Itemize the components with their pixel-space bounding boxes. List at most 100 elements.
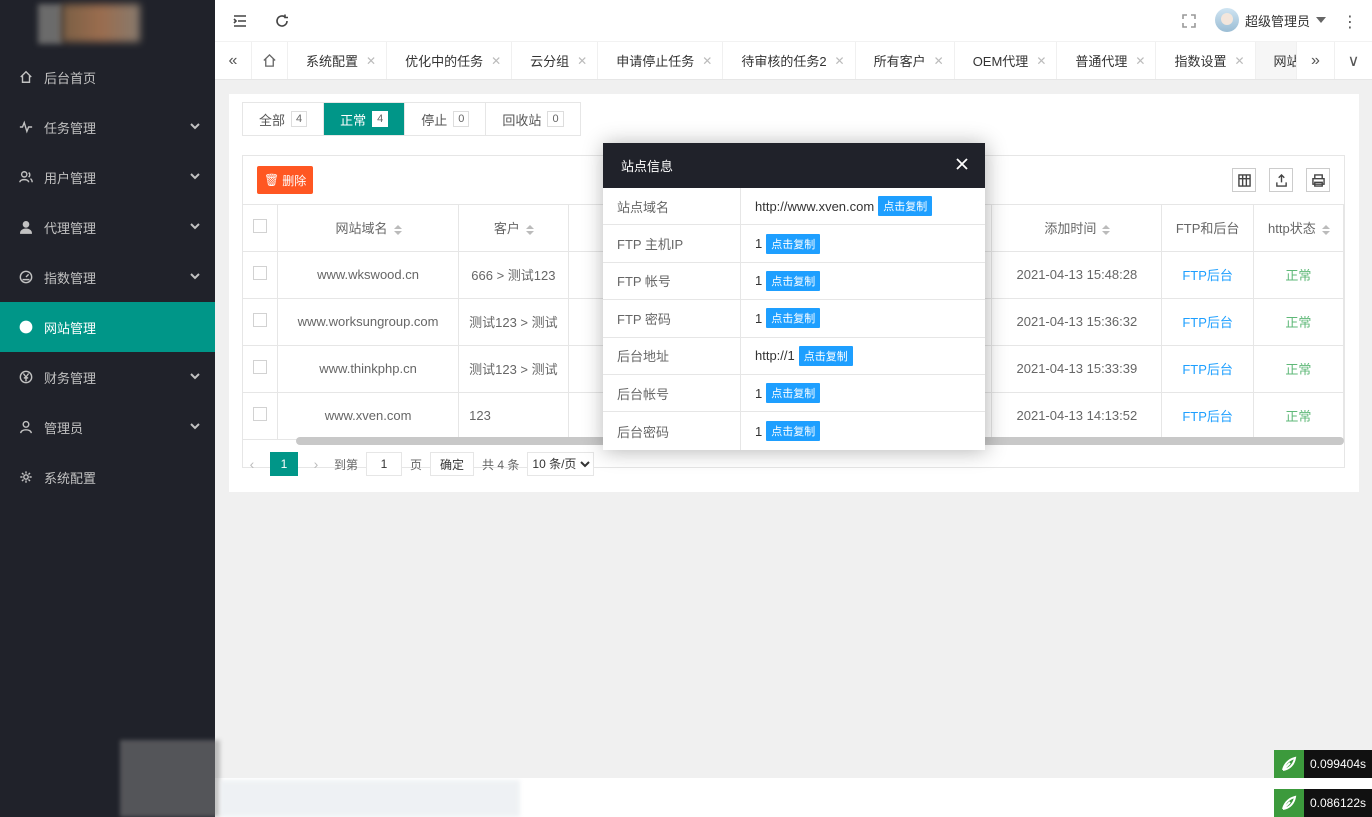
avatar: [1214, 8, 1239, 32]
close-icon[interactable]: ✕: [577, 54, 587, 68]
sort-icon[interactable]: [1321, 224, 1330, 235]
close-icon[interactable]: ✕: [835, 54, 845, 68]
trash-icon: 🗑: [264, 173, 280, 187]
tab-pending-tasks[interactable]: 待审核的任务2 ✕: [723, 42, 856, 79]
columns-icon[interactable]: [1232, 168, 1256, 192]
copy-button[interactable]: 点击复制: [766, 383, 821, 404]
close-icon[interactable]: [955, 157, 971, 173]
copy-button[interactable]: 点击复制: [798, 345, 853, 366]
print-icon[interactable]: [1306, 168, 1330, 192]
cell-domain: www.xven.com: [277, 392, 460, 440]
row-checkbox[interactable]: [243, 345, 278, 393]
tab-oem-agents[interactable]: OEM代理 ✕: [955, 42, 1058, 79]
delete-button[interactable]: 🗑 删除: [257, 166, 314, 194]
tab-regular-agents[interactable]: 普通代理 ✕: [1057, 42, 1157, 79]
ftp-link[interactable]: FTP后台: [1161, 298, 1254, 346]
close-icon[interactable]: ✕: [1234, 54, 1244, 68]
tab-website-management[interactable]: 网站管理✕: [1255, 42, 1296, 79]
row-checkbox[interactable]: [243, 251, 278, 299]
close-icon[interactable]: ✕: [366, 54, 376, 68]
copy-button[interactable]: 点击复制: [878, 196, 933, 217]
info-row-admin-url: 后台地址 http://1 点击复制: [603, 337, 985, 375]
sidebar-item-home[interactable]: 后台首页: [0, 52, 215, 102]
info-key: 后台地址: [603, 337, 741, 374]
filter-normal[interactable]: 正常 4: [324, 103, 406, 135]
refresh-icon[interactable]: [273, 12, 291, 30]
tab-dropdown-button[interactable]: ∨: [1334, 42, 1372, 79]
goto-page-input[interactable]: [366, 452, 403, 476]
sidebar-item-users[interactable]: 用户管理: [0, 152, 215, 202]
fullscreen-icon[interactable]: [1180, 12, 1198, 30]
copy-button[interactable]: 点击复制: [766, 421, 821, 442]
sidebar-item-index[interactable]: 指数管理: [0, 252, 215, 302]
column-ftp: FTP和后台: [1161, 205, 1254, 252]
close-icon[interactable]: ✕: [934, 54, 944, 68]
page-current[interactable]: 1: [270, 452, 298, 476]
close-icon[interactable]: ✕: [491, 54, 501, 68]
sort-icon[interactable]: [393, 224, 402, 235]
close-icon[interactable]: ✕: [1036, 54, 1046, 68]
sidebar-item-websites[interactable]: 网站管理: [0, 302, 215, 352]
row-checkbox[interactable]: [243, 392, 278, 440]
more-icon[interactable]: ⋮: [1342, 12, 1358, 32]
status-badge: 正常: [1253, 251, 1345, 299]
tab-optimizing-tasks[interactable]: 优化中的任务 ✕: [387, 42, 513, 79]
info-row-admin-account: 后台帐号 1 点击复制: [603, 374, 985, 413]
info-value: 1: [755, 310, 763, 326]
tab-label: 系统配置: [306, 54, 359, 69]
goto-label: 到第: [334, 457, 359, 472]
page-size-select[interactable]: 10 条/页: [527, 452, 595, 476]
filter-stopped[interactable]: 停止 0: [405, 103, 487, 135]
user-menu[interactable]: 超级管理员: [1214, 8, 1326, 32]
tab-next-button[interactable]: »: [1296, 42, 1334, 79]
select-all-checkbox[interactable]: [243, 205, 278, 252]
copy-button[interactable]: 点击复制: [766, 308, 821, 329]
confirm-button[interactable]: 确定: [430, 452, 475, 476]
sidebar-item-tasks[interactable]: 任务管理: [0, 102, 215, 152]
site-info-modal: 站点信息 站点域名 http://www.xven.com 点击复制 FTP 主机I…: [603, 143, 985, 450]
column-http-status[interactable]: http状态: [1253, 205, 1345, 252]
tab-cloud-group[interactable]: 云分组 ✕: [512, 42, 599, 79]
ftp-link[interactable]: FTP后台: [1161, 392, 1254, 440]
menu-collapse-icon[interactable]: [231, 12, 249, 30]
tab-stop-requests[interactable]: 申请停止任务 ✕: [598, 42, 724, 79]
column-add-time[interactable]: 添加时间: [991, 205, 1163, 252]
info-key: FTP 密码: [603, 300, 741, 337]
ftp-link[interactable]: FTP后台: [1161, 345, 1254, 393]
row-checkbox[interactable]: [243, 298, 278, 346]
tab-label: 网站管理: [1273, 54, 1296, 69]
column-client[interactable]: 客户: [458, 205, 569, 252]
tab-home[interactable]: [252, 42, 288, 79]
filter-count: 4: [291, 111, 308, 127]
sidebar-item-agents[interactable]: 代理管理: [0, 202, 215, 252]
cell-domain: www.worksungroup.com: [277, 298, 460, 346]
tab-system-config[interactable]: 系统配置 ✕: [288, 42, 388, 79]
close-icon[interactable]: ✕: [702, 54, 712, 68]
column-domain[interactable]: 网站域名: [277, 205, 460, 252]
filter-all[interactable]: 全部 4: [243, 103, 325, 135]
filter-count: 0: [547, 111, 564, 127]
sidebar-item-settings[interactable]: 系统配置: [0, 452, 215, 502]
sidebar-item-finance[interactable]: 财务管理: [0, 352, 215, 402]
copy-button[interactable]: 点击复制: [766, 270, 821, 291]
page-label: 页: [410, 457, 423, 472]
sidebar-item-label: 任务管理: [44, 120, 97, 136]
ftp-link[interactable]: FTP后台: [1161, 251, 1254, 299]
next-page-icon[interactable]: ›: [306, 456, 326, 472]
tab-all-clients[interactable]: 所有客户 ✕: [856, 42, 955, 79]
close-icon[interactable]: ✕: [1135, 54, 1145, 68]
tab-label: 云分组: [530, 54, 570, 69]
tab-index-settings[interactable]: 指数设置 ✕: [1156, 42, 1256, 79]
table-tools: [1232, 168, 1330, 192]
blurred-watermark: [120, 740, 220, 817]
cell-client: 测试123 > 测试: [458, 345, 569, 393]
copy-button[interactable]: 点击复制: [766, 233, 821, 254]
sort-icon[interactable]: [525, 224, 534, 235]
sidebar-item-admins[interactable]: 管理员: [0, 402, 215, 452]
prev-page-icon[interactable]: ‹: [242, 456, 262, 472]
export-icon[interactable]: [1269, 168, 1293, 192]
tab-prev-button[interactable]: «: [215, 42, 252, 79]
globe-icon: [18, 319, 34, 335]
filter-recycle[interactable]: 回收站 0: [486, 103, 579, 135]
sort-icon[interactable]: [1102, 224, 1111, 235]
